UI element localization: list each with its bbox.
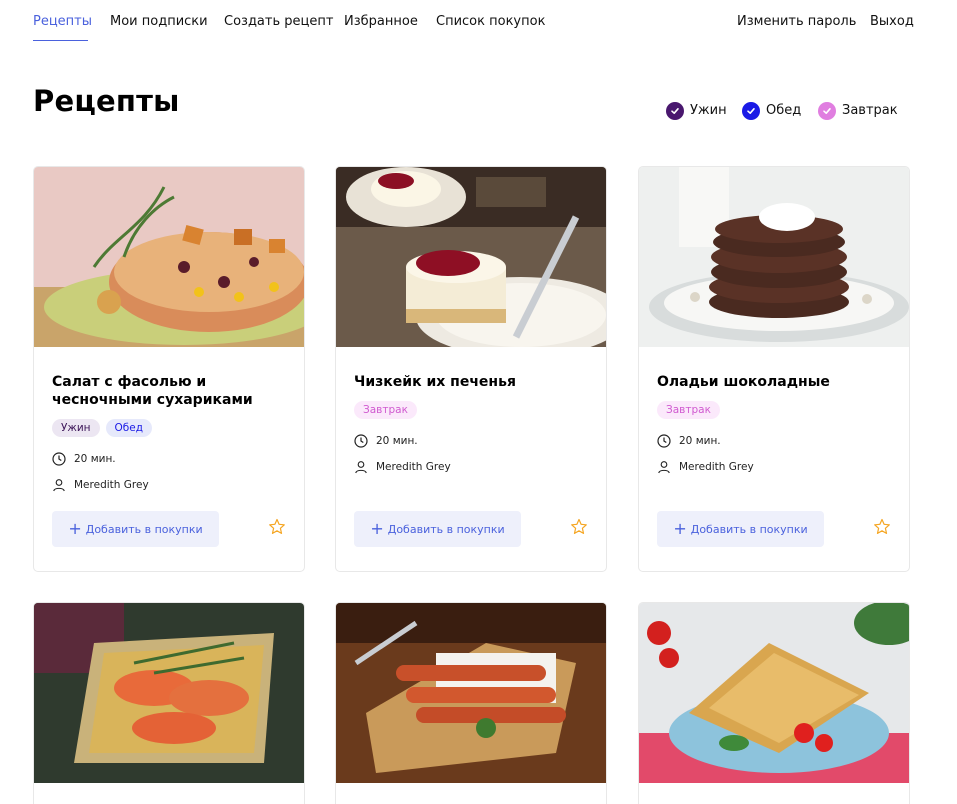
recipe-card[interactable] bbox=[638, 602, 910, 804]
recipe-title[interactable]: Чизкейк их печенья bbox=[354, 373, 590, 391]
recipe-photo[interactable] bbox=[639, 167, 909, 347]
filter-label: Завтрак bbox=[842, 103, 898, 118]
tag-breakfast: Завтрак bbox=[354, 401, 417, 419]
plus-icon: + bbox=[673, 519, 687, 538]
recipe-card[interactable]: Оладьи шоколадные Завтрак 20 мин. Meredi… bbox=[638, 166, 910, 572]
clock-icon bbox=[354, 434, 368, 448]
add-to-shopping-label: Добавить в покупки bbox=[85, 522, 203, 536]
recipe-time-value: 20 мин. bbox=[679, 435, 721, 447]
user-icon bbox=[658, 461, 670, 474]
nav-create-recipe[interactable]: Создать рецепт bbox=[224, 14, 333, 29]
nav-logout[interactable]: Выход bbox=[870, 14, 914, 29]
recipe-author[interactable]: Meredith Grey bbox=[52, 478, 149, 492]
recipe-photo[interactable] bbox=[639, 603, 909, 783]
add-to-shopping-label: Добавить в покупки bbox=[387, 522, 505, 536]
filter-lunch[interactable]: Обед bbox=[742, 101, 801, 120]
recipe-author[interactable]: Meredith Grey bbox=[354, 460, 451, 474]
recipe-time: 20 мин. bbox=[657, 434, 721, 448]
check-icon bbox=[742, 101, 760, 120]
recipe-tags: Завтрак bbox=[354, 401, 417, 419]
recipe-card[interactable] bbox=[335, 602, 607, 804]
nav-favorites[interactable]: Избранное bbox=[344, 14, 418, 29]
filter-label: Ужин bbox=[690, 103, 727, 118]
recipe-author-name[interactable]: Meredith Grey bbox=[376, 461, 451, 473]
tag-dinner: Ужин bbox=[52, 419, 100, 437]
star-icon[interactable] bbox=[570, 518, 588, 536]
tag-breakfast: Завтрак bbox=[657, 401, 720, 419]
recipe-photo[interactable] bbox=[34, 603, 304, 783]
filter-label: Обед bbox=[766, 103, 802, 118]
add-to-shopping-button[interactable]: + Добавить в покупки bbox=[657, 511, 824, 547]
nav-subscriptions[interactable]: Мои подписки bbox=[110, 14, 208, 29]
recipe-photo[interactable] bbox=[336, 167, 606, 347]
recipe-photo[interactable] bbox=[34, 167, 304, 347]
add-to-shopping-button[interactable]: + Добавить в покупки bbox=[52, 511, 219, 547]
check-icon bbox=[818, 101, 836, 120]
recipe-card[interactable] bbox=[33, 602, 305, 804]
star-icon[interactable] bbox=[873, 518, 891, 536]
recipe-card[interactable]: Салат с фасолью и чесночными сухариками … bbox=[33, 166, 305, 572]
recipe-time: 20 мин. bbox=[354, 434, 418, 448]
clock-icon bbox=[657, 434, 671, 448]
nav-recipes[interactable]: Рецепты bbox=[33, 14, 92, 29]
add-to-shopping-label: Добавить в покупки bbox=[690, 522, 808, 536]
filter-breakfast[interactable]: Завтрак bbox=[818, 101, 898, 120]
page-title: Рецепты bbox=[33, 84, 180, 118]
user-icon bbox=[53, 479, 65, 492]
plus-icon: + bbox=[370, 519, 384, 538]
nav-change-password[interactable]: Изменить пароль bbox=[737, 14, 856, 29]
recipe-time-value: 20 мин. bbox=[74, 453, 116, 465]
recipe-tags: Ужин Обед bbox=[52, 419, 153, 437]
top-nav: Рецепты Мои подписки Создать рецепт Избр… bbox=[0, 0, 957, 44]
recipe-title[interactable]: Оладьи шоколадные bbox=[657, 373, 893, 391]
user-icon bbox=[355, 461, 367, 474]
recipe-author-name[interactable]: Meredith Grey bbox=[74, 479, 149, 491]
clock-icon bbox=[52, 452, 66, 466]
recipe-card[interactable]: Чизкейк их печенья Завтрак 20 мин. Mered… bbox=[335, 166, 607, 572]
recipe-author[interactable]: Meredith Grey bbox=[657, 460, 754, 474]
check-icon bbox=[666, 101, 684, 120]
recipe-title[interactable]: Салат с фасолью и чесночными сухариками bbox=[52, 373, 288, 409]
plus-icon: + bbox=[68, 519, 82, 538]
star-icon[interactable] bbox=[268, 518, 286, 536]
recipe-photo[interactable] bbox=[336, 603, 606, 783]
recipe-tags: Завтрак bbox=[657, 401, 720, 419]
recipe-time: 20 мин. bbox=[52, 452, 116, 466]
recipe-time-value: 20 мин. bbox=[376, 435, 418, 447]
nav-shopping-list[interactable]: Список покупок bbox=[436, 14, 545, 29]
recipe-author-name[interactable]: Meredith Grey bbox=[679, 461, 754, 473]
tag-lunch: Обед bbox=[105, 419, 153, 437]
nav-active-indicator bbox=[33, 40, 88, 41]
add-to-shopping-button[interactable]: + Добавить в покупки bbox=[354, 511, 521, 547]
filter-dinner[interactable]: Ужин bbox=[666, 101, 727, 120]
